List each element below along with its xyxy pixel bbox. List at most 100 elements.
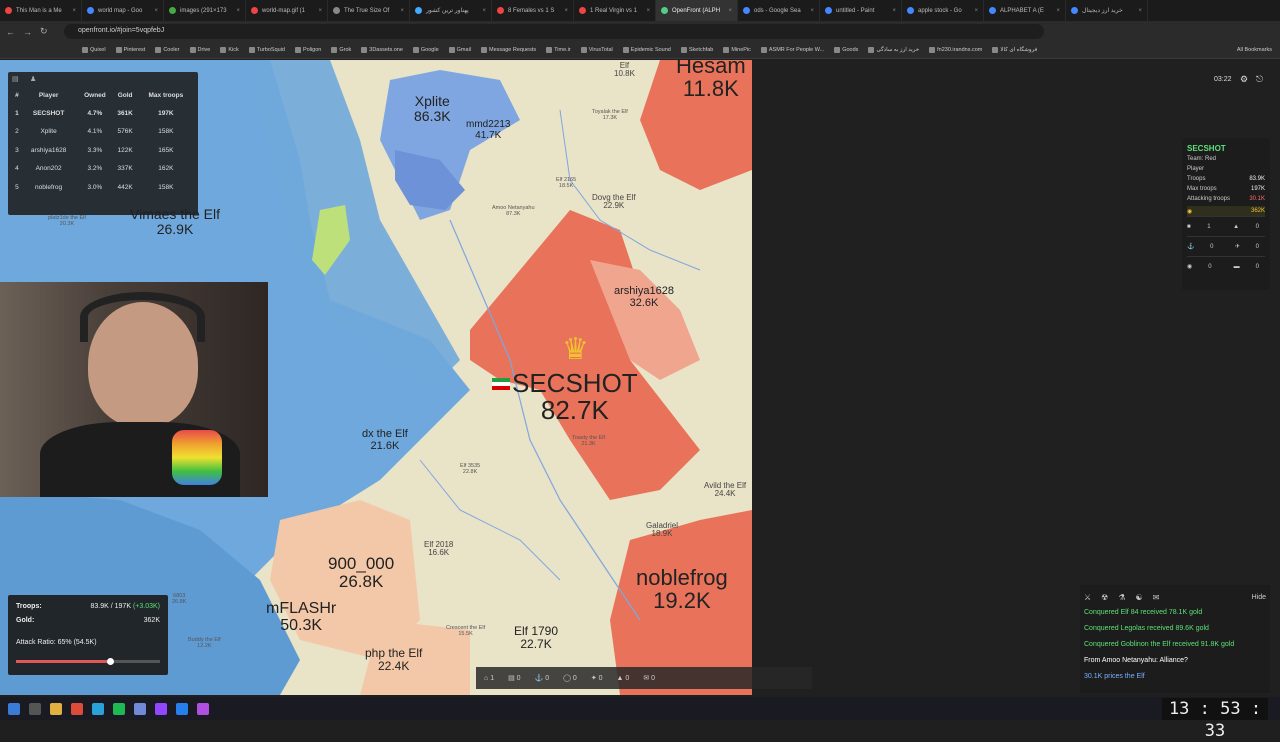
game-canvas[interactable]: Xplite 86.3K mmd2213 41.7K Hesam 11.8K SECS… [0,60,1280,695]
unit-slot[interactable]: ⌂ 1 [484,675,494,682]
unit-slot[interactable]: ▲ 0 [617,675,630,682]
browser-tab[interactable]: images (291×173 × [164,0,246,21]
slider-knob[interactable] [106,658,114,665]
tab-close-icon[interactable]: × [72,8,76,14]
tab-close-icon[interactable]: × [400,8,404,14]
nuke-icon[interactable]: ☢ [1101,593,1108,602]
bookmark-item[interactable]: Poligon [294,47,321,53]
event-item[interactable]: From Amoo Netanyahu: Alliance? [1084,653,1266,669]
leaderboard-icon[interactable]: ▤ [12,75,19,83]
bookmark-item[interactable]: Google [412,47,439,53]
leaderboard-row[interactable]: 3 arshiya1628 3.3% 122K 165K [14,141,194,160]
bookmark-item[interactable]: Pinterest [115,47,145,53]
tab-close-icon[interactable]: × [728,8,732,14]
bookmark-item[interactable]: Quixel [82,47,106,53]
browser-tab[interactable]: 1 Real Virgin vs 1 × [574,0,656,21]
sword-icon[interactable]: ⚔ [1084,593,1091,602]
browser-tab[interactable]: خرید ارز دیجیتال × [1066,0,1148,21]
bookmark-item[interactable]: Grok [331,47,351,53]
bookmark-item[interactable]: Epidemic Sound [622,47,671,53]
tab-close-icon[interactable]: × [1056,8,1060,14]
bookmark-item[interactable]: MinePic [723,47,751,53]
unit-slot[interactable]: ⚓ 0 [535,674,550,682]
tab-close-icon[interactable]: × [646,8,650,14]
bookmark-item[interactable]: 3Dassets.one [361,47,403,53]
event-item[interactable]: Conquered Elf 84 received 78.1K gold [1084,605,1266,621]
bookmark-item[interactable]: TurboSquid [248,47,285,53]
browser-tab[interactable]: This Man is a Me × [0,0,82,21]
forward-icon[interactable]: → [23,27,32,37]
team-icon[interactable]: ♟ [30,75,36,83]
bookmark-item[interactable]: Goods [834,47,858,53]
unit-slot[interactable]: ✉ 0 [643,674,655,682]
spotify-icon[interactable] [113,702,125,715]
browser-tab[interactable]: The True Size Of × [328,0,410,21]
leaderboard-header[interactable]: Gold [113,86,138,104]
tab-close-icon[interactable]: × [236,8,240,14]
unit-slot[interactable]: ✦ 0 [591,674,603,682]
all-bookmarks-link[interactable]: All Bookmarks [1237,47,1280,53]
browser-tab[interactable]: world-map.gif (1 × [246,0,328,21]
leaderboard-row[interactable]: 5 noblefrog 3.0% 442K 158K [14,178,194,197]
tab-close-icon[interactable]: × [564,8,568,14]
tab-close-icon[interactable]: × [154,8,158,14]
flask-icon[interactable]: ⚗ [1118,593,1125,602]
leaderboard-header[interactable]: Max troops [138,86,194,104]
bookmark-item[interactable]: فروشگاه ای کالا [992,47,1037,53]
tab-close-icon[interactable]: × [1138,8,1142,14]
unit-slot[interactable]: ◯ 0 [563,674,577,682]
search-icon[interactable] [29,702,41,715]
browser-tab[interactable]: پهناور ترین کشور × [410,0,492,21]
discord-icon[interactable] [134,702,146,715]
bookmark-item[interactable]: Kick [220,47,239,53]
handshake-icon[interactable]: ☯ [1136,593,1143,602]
event-item[interactable]: Conquered Legolas received 89.6K gold [1084,621,1266,637]
browser-tab[interactable]: ods - Google Sea × [738,0,820,21]
event-item[interactable]: 30.1K prices the Elf [1084,669,1266,685]
start-icon[interactable] [8,702,20,715]
bookmark-item[interactable]: ASMR For People W... [760,47,824,53]
bookmark-item[interactable]: Cooler [155,47,180,53]
file-explorer-icon[interactable] [50,702,62,715]
hide-button[interactable]: Hide [1252,594,1266,601]
unit-slot[interactable]: ▤ 0 [508,674,520,682]
obs-icon[interactable] [155,702,167,715]
bookmark-item[interactable]: fn230.irandns.com [929,47,982,53]
event-item[interactable]: Conquered Goblinon the Elf received 91.8… [1084,637,1266,653]
back-icon[interactable]: ← [6,27,15,37]
premiere-icon[interactable] [197,702,209,715]
tab-close-icon[interactable]: × [318,8,322,14]
browser-tab[interactable]: OpenFront (ALPH × [656,0,738,21]
browser-tab[interactable]: apple stock - Go × [902,0,984,21]
tab-close-icon[interactable]: × [974,8,978,14]
leaderboard-header[interactable]: Player [20,86,77,104]
telegram-icon[interactable] [92,702,104,715]
tab-close-icon[interactable]: × [810,8,814,14]
browser-tab[interactable]: untitled - Paint × [820,0,902,21]
photoshop-icon[interactable] [176,702,188,715]
bookmark-item[interactable]: خرید ارز به سادگی [868,47,919,53]
leaderboard-row[interactable]: 4 Anon202 3.2% 337K 162K [14,160,194,179]
browser-tab[interactable]: world map - Goo × [82,0,164,21]
tab-close-icon[interactable]: × [892,8,896,14]
settings-gear-icon[interactable]: ⚙ [1240,74,1248,85]
exit-icon[interactable]: ⎋ [1256,74,1263,85]
browser-tab[interactable]: 8 Females vs 1 S × [492,0,574,21]
attack-ratio-slider[interactable] [16,658,160,665]
leaderboard-header[interactable]: Owned [77,86,112,104]
bookmark-item[interactable]: VirusTotal [580,47,613,53]
bookmark-favicon-icon [189,47,196,53]
browser-tab[interactable]: ALPHABET A (E × [984,0,1066,21]
bookmark-item[interactable]: Drive [189,47,210,53]
leaderboard-row[interactable]: 2 Xplite 4.1% 576K 158K [14,123,194,142]
reload-icon[interactable]: ↻ [40,26,48,37]
bookmark-item[interactable]: Sketchfab [680,47,713,53]
bookmark-item[interactable]: Gmail [448,47,471,53]
leaderboard-row[interactable]: 1 SECSHOT 4.7% 361K 197K [14,104,194,123]
url-input[interactable]: openfront.io/#join=5vqpfebJ [64,24,1044,39]
chrome-icon[interactable] [71,702,83,715]
bookmark-item[interactable]: Time.ir [546,47,571,53]
tab-close-icon[interactable]: × [482,8,486,14]
bookmark-item[interactable]: Message Requests [481,47,536,53]
chat-icon[interactable]: ✉ [1153,593,1160,602]
